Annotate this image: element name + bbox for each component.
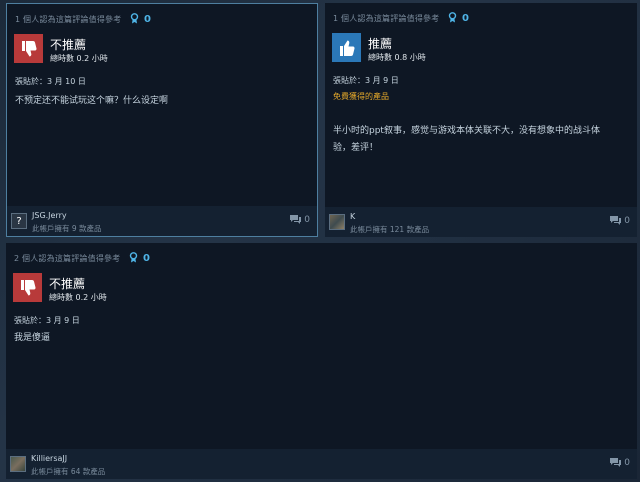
- comments-button[interactable]: 0: [290, 215, 310, 225]
- comment-icon: [610, 458, 622, 467]
- review-footer: ? JSG.Jerry 此帳戶擁有 9 款產品 0: [7, 206, 317, 236]
- verdict-label: 不推薦: [50, 38, 87, 52]
- username-link[interactable]: K: [350, 212, 355, 221]
- hours-played: 總時數 0.2 小時: [49, 293, 107, 302]
- products-owned: 此帳戶擁有 121 款產品: [350, 225, 430, 234]
- username-link[interactable]: KilliersaJJ: [31, 454, 67, 463]
- posted-date: 張貼於：3 月 9 日: [333, 76, 399, 85]
- verdict-label: 推薦: [368, 37, 393, 51]
- comment-icon: [610, 216, 622, 225]
- username-link[interactable]: JSG.Jerry: [32, 211, 67, 220]
- thumbs-down-icon: [13, 273, 42, 302]
- avatar[interactable]: ?: [11, 213, 27, 229]
- comments-button[interactable]: 0: [610, 216, 630, 226]
- review-card[interactable]: 1 個人認為這篇評論值得參考 0 推薦 總時數 0.8 小時 張貼於：3 月 9…: [325, 3, 637, 237]
- review-card[interactable]: 1 個人認為這篇評論值得參考 0 不推薦 總時數 0.2 小時 張貼於：3 月 …: [6, 3, 318, 237]
- hours-played: 總時數 0.8 小時: [368, 53, 426, 62]
- verdict-label: 不推薦: [49, 277, 86, 291]
- helpful-text: 1 個人認為這篇評論值得參考: [333, 14, 440, 23]
- helpful-text: 1 個人認為這篇評論值得參考: [15, 15, 122, 24]
- review-body: 不预定还不能试玩这个嘛？什么设定啊: [15, 96, 169, 106]
- comment-count: 0: [624, 216, 630, 226]
- review-footer: K 此帳戶擁有 121 款產品 0: [325, 207, 637, 237]
- avatar[interactable]: [10, 456, 26, 472]
- award-icon[interactable]: [129, 252, 138, 265]
- helpful-count-line: 1 個人認為這篇評論值得參考 0: [15, 13, 151, 26]
- posted-date: 張貼於：3 月 9 日: [14, 316, 80, 325]
- award-count: 0: [142, 253, 151, 264]
- review-body: 半小时的ppt叙事，感觉与游戏本体关联不大，没有想象中的战斗体验，差评！: [333, 126, 600, 153]
- helpful-count-line: 2 個人認為這篇評論值得參考 0: [14, 252, 150, 265]
- helpful-count-line: 1 個人認為這篇評論值得參考 0: [333, 12, 469, 25]
- comment-icon: [290, 215, 302, 224]
- review-card[interactable]: 2 個人認為這篇評論值得參考 0 不推薦 總時數 0.2 小時 張貼於：3 月 …: [6, 243, 637, 479]
- award-icon[interactable]: [448, 12, 457, 25]
- comments-button[interactable]: 0: [610, 458, 630, 468]
- award-count: 0: [143, 14, 152, 25]
- comment-count: 0: [304, 215, 310, 225]
- review-footer: KilliersaJJ 此帳戶擁有 64 款產品 0: [6, 449, 637, 479]
- thumbs-up-icon: [332, 33, 361, 62]
- award-icon[interactable]: [130, 13, 139, 26]
- avatar[interactable]: [329, 214, 345, 230]
- products-owned: 此帳戶擁有 64 款產品: [31, 467, 106, 476]
- comment-count: 0: [624, 458, 630, 468]
- award-count: 0: [461, 13, 470, 24]
- product-received-label: 免費獲得的產品: [333, 92, 389, 101]
- hours-played: 總時數 0.2 小時: [50, 54, 108, 63]
- products-owned: 此帳戶擁有 9 款產品: [32, 224, 102, 233]
- thumbs-down-icon: [14, 34, 43, 63]
- posted-date: 張貼於：3 月 10 日: [15, 77, 86, 86]
- helpful-text: 2 個人認為這篇評論值得參考: [14, 254, 121, 263]
- review-body: 我是傻逼: [14, 333, 51, 343]
